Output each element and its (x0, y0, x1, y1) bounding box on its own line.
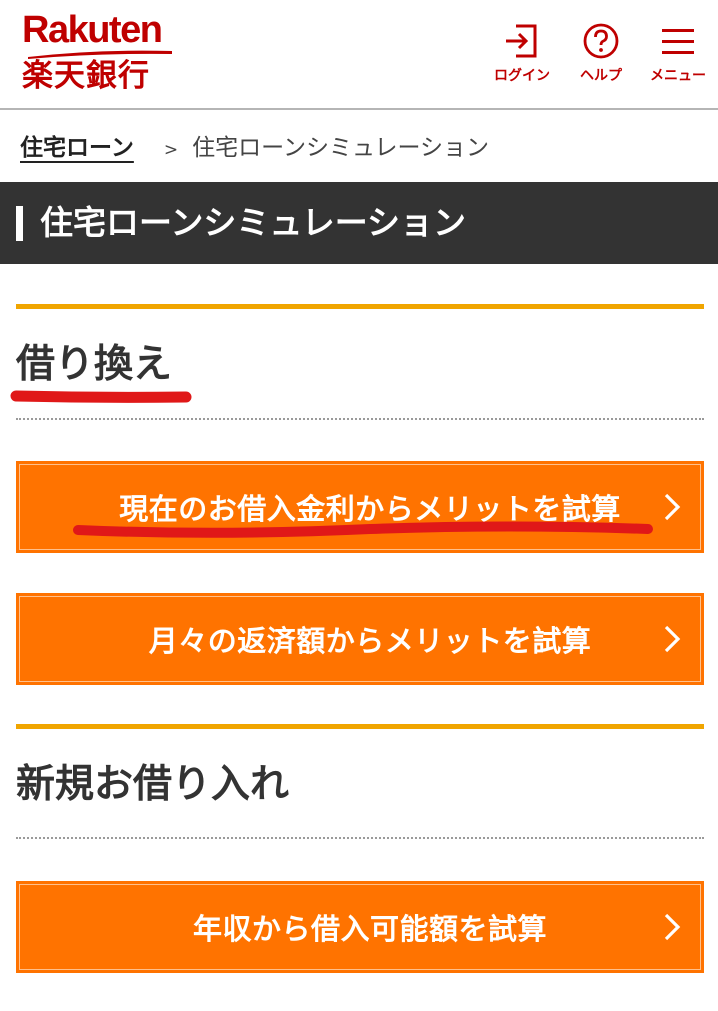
question-circle-icon (583, 23, 619, 59)
simulate-by-current-rate-button[interactable]: 現在のお借入金利からメリットを試算 (16, 461, 704, 553)
section-divider (16, 418, 704, 420)
section-accent-line (16, 724, 704, 729)
login-label: ログイン (494, 68, 550, 84)
login-icon (506, 24, 537, 58)
simulate-by-monthly-payment-button[interactable]: 月々の返済額からメリットを試算 (16, 593, 704, 685)
button-label: 年収から借入可能額を試算 (192, 912, 547, 946)
help-button[interactable]: ヘルプ (572, 22, 630, 92)
chevron-right-icon (664, 625, 681, 653)
page-title: 住宅ローンシミュレーション (40, 203, 467, 242)
logo-wordmark: Rakuten (22, 9, 163, 51)
simulate-borrowable-amount-button[interactable]: 年収から借入可能額を試算 (16, 881, 704, 973)
chevron-right-icon (664, 913, 681, 941)
site-header: Rakuten 楽天銀行 ログイン ヘルプ メニュー (0, 0, 718, 110)
breadcrumb-home-loan-link[interactable]: 住宅ローン (20, 135, 134, 161)
rakuten-bank-logo[interactable]: Rakuten 楽天銀行 (22, 8, 182, 96)
section-divider (16, 837, 704, 839)
logo-japanese: 楽天銀行 (22, 58, 150, 94)
login-button[interactable]: ログイン (486, 22, 558, 92)
chevron-right-icon (664, 493, 681, 521)
section-accent-line (16, 304, 704, 309)
section-heading-new-loan: 新規お借り入れ (16, 762, 290, 807)
button-label: 現在のお借入金利からメリットを試算 (119, 492, 621, 526)
section-heading-refinance: 借り換え (16, 342, 173, 387)
hamburger-icon (662, 29, 694, 54)
help-label: ヘルプ (580, 68, 622, 84)
breadcrumb: 住宅ローン > 住宅ローンシミュレーション (20, 130, 489, 170)
menu-button[interactable]: メニュー (642, 22, 714, 92)
breadcrumb-current: 住宅ローンシミュレーション (192, 135, 490, 161)
title-accent-mark (16, 206, 23, 241)
button-label: 月々の返済額からメリットを試算 (148, 624, 592, 658)
menu-label: メニュー (650, 68, 706, 84)
breadcrumb-separator: > (163, 140, 179, 160)
page-title-bar: 住宅ローンシミュレーション (0, 182, 718, 264)
